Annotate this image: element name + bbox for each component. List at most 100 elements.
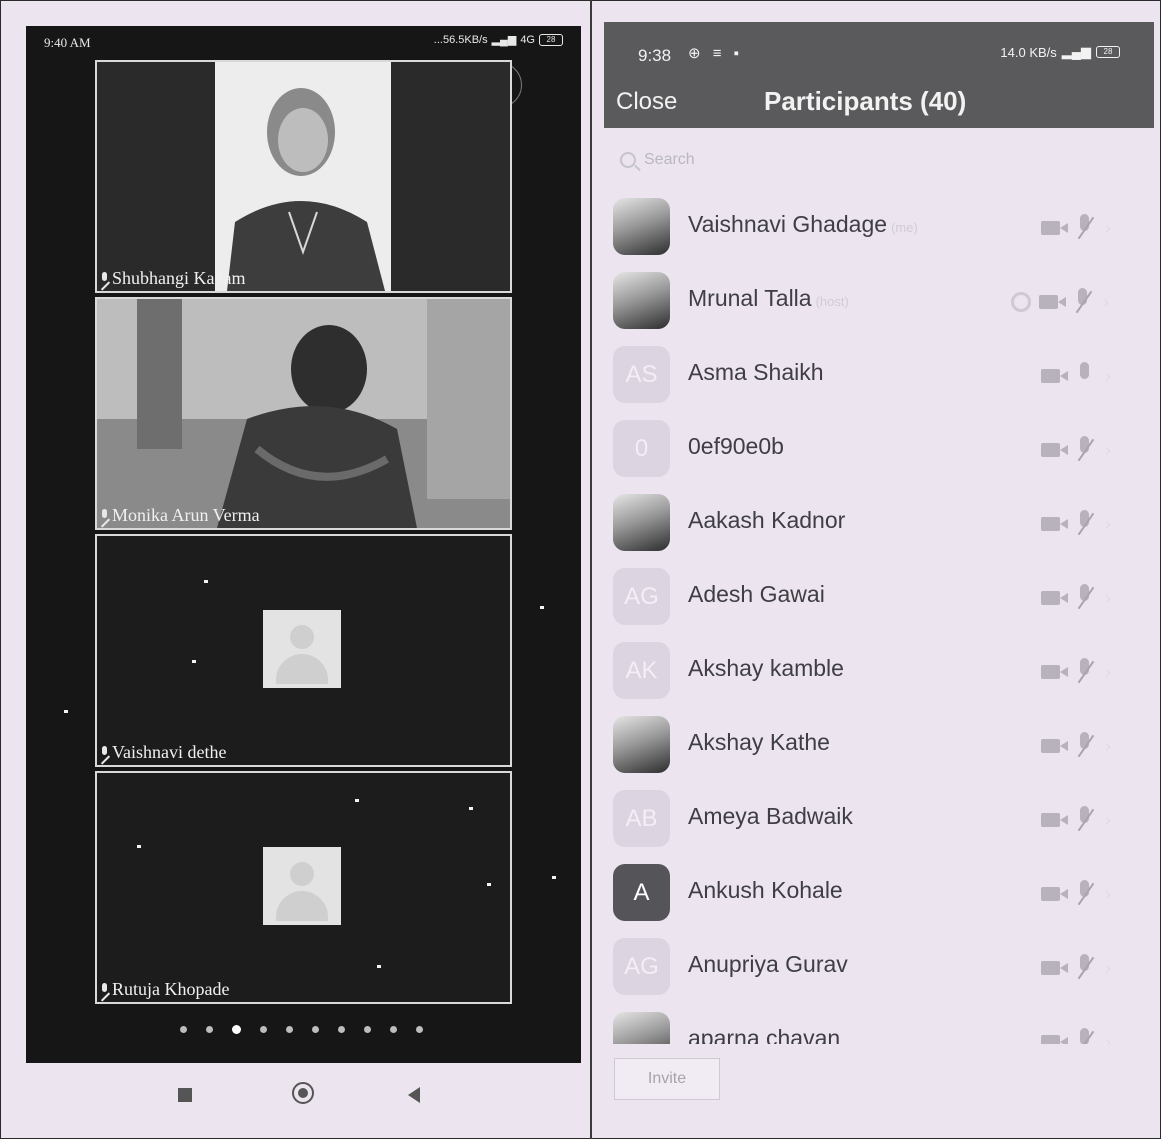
avatar-photo	[613, 272, 670, 329]
status-time: 9:40 AM	[44, 35, 91, 50]
page-dot[interactable]	[312, 1026, 319, 1033]
video-tile[interactable]: Vaishnavi dethe	[95, 534, 512, 767]
participant-status-icons: ›	[1041, 1028, 1111, 1044]
noise-speck	[540, 606, 544, 609]
noise-speck	[355, 799, 359, 802]
noise-speck	[469, 807, 473, 810]
mic-muted-icon	[1075, 584, 1095, 612]
participant-name: Asma Shaikh	[688, 359, 824, 385]
participant-name: Shubhangi Kadam	[112, 268, 246, 288]
participant-name: Akshay kamble	[688, 655, 844, 681]
participant-row[interactable]: Mrunal Talla (host) ›	[604, 264, 1154, 338]
tile-name-label: Rutuja Khopade	[101, 979, 229, 1000]
participant-name: Mrunal Talla	[688, 285, 812, 311]
avatar: AK	[613, 642, 670, 699]
chevron-right-icon: ›	[1105, 809, 1111, 830]
avatar: AG	[613, 938, 670, 995]
page-dot[interactable]	[416, 1026, 423, 1033]
video-off-icon	[1041, 590, 1069, 606]
chevron-right-icon: ›	[1105, 513, 1111, 534]
tile-name-label: Shubhangi Kadam	[101, 268, 245, 289]
participant-name-wrap: Ameya Badwaik	[688, 803, 853, 830]
participant-name-wrap: Ankush Kohale	[688, 877, 843, 904]
back-button-icon[interactable]	[408, 1087, 420, 1103]
participant-row[interactable]: Vaishnavi Ghadage (me) ›	[604, 190, 1154, 264]
mic-muted-icon	[1075, 1028, 1095, 1044]
close-button[interactable]: Close	[616, 88, 677, 116]
page-dot-active[interactable]	[232, 1025, 241, 1034]
participant-name: Rutuja Khopade	[112, 979, 230, 999]
participant-role-tag: (me)	[891, 220, 918, 235]
participant-row[interactable]: A Ankush Kohale ›	[604, 856, 1154, 930]
participant-row[interactable]: aparna chavan ›	[604, 1004, 1154, 1044]
status-right: ...56.5KB/s ▂▄▆ 4G 28	[434, 33, 563, 46]
noise-speck	[487, 883, 491, 886]
page-dot[interactable]	[338, 1026, 345, 1033]
video-off-icon	[1041, 1034, 1069, 1044]
participant-name: Ameya Badwaik	[688, 803, 853, 829]
page-dot[interactable]	[390, 1026, 397, 1033]
video-off-icon	[1041, 442, 1069, 458]
participant-status-icons: ›	[1041, 362, 1111, 390]
mic-muted-icon	[101, 745, 109, 760]
tile-name-label: Monika Arun Verma	[101, 505, 260, 526]
mic-muted-icon	[1075, 510, 1095, 538]
participant-row[interactable]: AK Akshay kamble ›	[604, 634, 1154, 708]
recents-button-icon[interactable]	[178, 1088, 192, 1102]
video-tile[interactable]: Monika Arun Verma	[95, 297, 512, 530]
participant-status-icons: ›	[1041, 510, 1111, 538]
noise-speck	[377, 965, 381, 968]
avatar-photo	[613, 494, 670, 551]
video-off-icon	[1041, 220, 1069, 236]
participant-name: Akshay Kathe	[688, 729, 830, 755]
participant-name-wrap: Aakash Kadnor	[688, 507, 845, 534]
mic-muted-icon	[1075, 732, 1095, 760]
chevron-right-icon: ›	[1105, 883, 1111, 904]
participant-name: Aakash Kadnor	[688, 507, 846, 533]
participant-row[interactable]: AG Adesh Gawai ›	[604, 560, 1154, 634]
mic-muted-icon	[1075, 658, 1095, 686]
video-off-icon	[1041, 960, 1069, 976]
participant-status-icons: ›	[1041, 880, 1111, 908]
participant-status-icons: ›	[1041, 806, 1111, 834]
chevron-right-icon: ›	[1105, 365, 1111, 386]
participant-row[interactable]: Aakash Kadnor ›	[604, 486, 1154, 560]
default-avatar-icon	[263, 847, 341, 925]
participant-name: Vaishnavi dethe	[112, 742, 227, 762]
avatar: AS	[613, 346, 670, 403]
participant-name-wrap: Akshay Kathe	[688, 729, 830, 756]
page-dot[interactable]	[180, 1026, 187, 1033]
participant-status-icons: ›	[1041, 658, 1111, 686]
video-off-icon	[1041, 516, 1069, 532]
avatar: 0	[613, 420, 670, 477]
video-tile[interactable]: Shubhangi Kadam	[95, 60, 512, 293]
page-dot[interactable]	[286, 1026, 293, 1033]
video-tile[interactable]: Rutuja Khopade	[95, 771, 512, 1004]
chevron-right-icon: ›	[1105, 439, 1111, 460]
participant-name-wrap: aparna chavan	[688, 1025, 840, 1044]
participant-row[interactable]: AG Anupriya Gurav ›	[604, 930, 1154, 1004]
page-dot[interactable]	[206, 1026, 213, 1033]
mic-muted-icon	[1075, 954, 1095, 982]
video-off-icon	[1041, 738, 1069, 754]
search-field[interactable]: Search	[620, 145, 820, 175]
gallery-screen: 9:40 AM ...56.5KB/s ▂▄▆ 4G 28 Shubhangi …	[26, 26, 581, 1063]
chevron-right-icon: ›	[1105, 1031, 1111, 1045]
page-dot[interactable]	[364, 1026, 371, 1033]
participant-name: Anupriya Gurav	[688, 951, 848, 977]
participant-row[interactable]: 0 0ef90e0b ›	[604, 412, 1154, 486]
participant-row[interactable]: AS Asma Shaikh ›	[604, 338, 1154, 412]
invite-button[interactable]: Invite	[614, 1058, 720, 1100]
participant-name-wrap: Akshay kamble	[688, 655, 844, 682]
search-icon	[620, 152, 636, 168]
participant-video	[97, 299, 510, 528]
participant-row[interactable]: AB Ameya Badwaik ›	[604, 782, 1154, 856]
participants-header: 9:38 ⊕ ≡ ▪ 14.0 KB/s ▂▄▆ 28 Close Partic…	[604, 22, 1154, 128]
mic-muted-icon	[1075, 436, 1095, 464]
participant-row[interactable]: Akshay Kathe ›	[604, 708, 1154, 782]
participant-status-icons: ›	[1041, 214, 1111, 242]
participant-status-icons: ›	[1011, 288, 1109, 316]
page-dot[interactable]	[260, 1026, 267, 1033]
video-off-icon	[1041, 886, 1069, 902]
home-button-icon[interactable]	[292, 1082, 314, 1104]
